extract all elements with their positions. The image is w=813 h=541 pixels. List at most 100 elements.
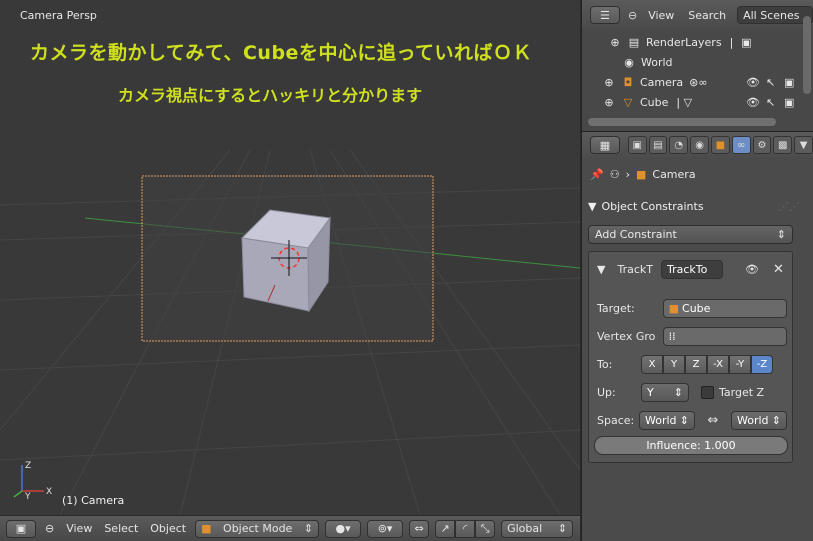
owner-space-select[interactable]: World ⇕ [639, 411, 695, 430]
axis-neg-z-button[interactable]: -Z [751, 355, 773, 374]
object-constraints-panel-header[interactable]: ▼ Object Constraints ⋰⋰ [588, 196, 808, 216]
space-row: Space: World ⇕ ⇔ World ⇕ [597, 411, 792, 430]
collapse-menu-icon[interactable]: ⊖ [628, 9, 637, 22]
up-label: Up: [597, 386, 616, 399]
axis-y-button[interactable]: Y [663, 355, 685, 374]
drag-handle-icon[interactable]: ⋰⋰ [778, 200, 800, 213]
tab-texture[interactable]: ▩ [773, 136, 793, 154]
to-axis-row: To: X Y Z -X -Y -Z [597, 355, 787, 374]
collapse-menu-icon[interactable]: ⊖ [42, 522, 57, 535]
updown-arrow-icon: ⇕ [776, 228, 786, 241]
manipulator-toggle[interactable]: ⇔ [409, 519, 430, 538]
object-icon: ■ [715, 139, 726, 151]
outliner-menu-view[interactable]: View [645, 9, 677, 22]
chevron-right-icon: › [625, 168, 630, 181]
cube-editor-icon: ▣ [15, 522, 27, 535]
expand-icon[interactable]: ⊕ [602, 95, 616, 109]
constraint-type-label: TrackT [617, 262, 653, 276]
properties-icon: ▦ [599, 138, 611, 152]
scene-filter-select[interactable]: All Scenes [737, 6, 813, 24]
mode-select-label: Object Mode [223, 522, 293, 535]
track-to-constraint: ▼ TrackT TrackTo 👁 ✕ Target: ■ Cube Vert… [588, 251, 793, 463]
scale-button[interactable]: ⤡ [475, 519, 496, 538]
axis-x-button[interactable]: X [641, 355, 663, 374]
translate-button[interactable]: ↗ [435, 519, 456, 538]
menu-select[interactable]: Select [101, 522, 141, 535]
shading-select[interactable]: ●▾ [325, 519, 362, 538]
vertex-group-icon: ⁞⁞ [668, 330, 676, 343]
add-constraint-select[interactable]: Add Constraint ⇕ [588, 225, 793, 244]
3d-viewport[interactable]: Camera Persp カメラを動かしてみて、Cubeを中心に追っていればＯＫ… [0, 0, 580, 515]
pin-icon[interactable]: 📌 [590, 168, 604, 181]
editor-type-button[interactable]: ▣ [6, 519, 36, 538]
constraint-name-field[interactable]: TrackTo [660, 259, 723, 279]
outliner-item-camera[interactable]: ⊕ ◘ Camera ⊛∞ 👁 ↖ ▣ [602, 72, 808, 92]
to-label: To: [597, 358, 613, 371]
outliner-icon: ☰ [600, 8, 610, 22]
vertex-group-field[interactable]: ⁞⁞ [662, 327, 787, 346]
visibility-eye-icon[interactable]: 👁 [746, 96, 760, 109]
outliner-horizontal-scrollbar[interactable] [588, 118, 776, 126]
target-space-value: World [737, 414, 769, 427]
tab-world[interactable]: ◉ [690, 136, 709, 154]
target-z-checkbox[interactable] [701, 386, 714, 399]
tab-object[interactable]: ■ [710, 136, 730, 154]
properties-editor-type-button[interactable]: ▦ [590, 136, 620, 154]
menu-object[interactable]: Object [147, 522, 189, 535]
collapse-triangle-icon[interactable]: ▼ [597, 263, 605, 276]
blender-window: Camera Persp カメラを動かしてみて、Cubeを中心に追っていればＯＫ… [0, 0, 813, 541]
render-camera-icon[interactable]: ▣ [784, 76, 794, 89]
expand-icon[interactable]: ⊕ [608, 35, 622, 49]
updown-arrow-icon: ⇕ [303, 522, 314, 535]
render-layers-icon: ▤ [628, 35, 640, 49]
close-icon[interactable]: ✕ [773, 262, 784, 277]
render-icon[interactable]: ▣ [739, 35, 753, 49]
outliner-menu-search[interactable]: Search [685, 9, 729, 22]
up-axis-select[interactable]: Y ⇕ [641, 383, 689, 402]
scale-icon: ⤡ [480, 521, 490, 535]
tab-scene[interactable]: ◔ [669, 136, 689, 154]
outliner-editor-type-button[interactable]: ☰ [590, 6, 620, 24]
axis-neg-y-button[interactable]: -Y [729, 355, 751, 374]
orientation-select[interactable]: Global ⇕ [501, 519, 574, 538]
axis-z-button[interactable]: Z [685, 355, 707, 374]
world-icon: ◉ [695, 139, 704, 151]
vertex-group-label: Vertex Gro [597, 330, 656, 343]
expand-icon[interactable]: ⊕ [602, 75, 616, 89]
outliner-item-world[interactable]: ◉ World [622, 52, 672, 72]
wrench-icon: ⚙ [757, 139, 767, 151]
outliner-vertical-scrollbar[interactable] [803, 16, 811, 94]
owner-space-value: World [645, 414, 677, 427]
axis-z-label: Z [25, 461, 31, 471]
updown-arrow-icon: ⇕ [771, 414, 781, 427]
sphere-shading-icon: ●▾ [335, 522, 351, 535]
select-cursor-icon[interactable]: ↖ [766, 76, 775, 89]
select-cursor-icon[interactable]: ↖ [766, 96, 775, 109]
tab-data[interactable]: ▼ [794, 136, 813, 154]
target-space-select[interactable]: World ⇕ [731, 411, 787, 430]
menu-view[interactable]: View [63, 522, 95, 535]
tab-modifiers[interactable]: ⚙ [752, 136, 772, 154]
influence-value: Influence: 1.000 [646, 439, 736, 452]
target-field[interactable]: ■ Cube [662, 299, 787, 318]
object-breadcrumb-icon: ■ [635, 168, 647, 181]
tab-constraints[interactable]: ∞ [731, 136, 751, 154]
properties-tabs: ▦ ▣ ▤ ◔ ◉ ■ ∞ ⚙ ▩ ▼ [582, 132, 813, 158]
outliner-panel: ☰ ⊖ View Search All Scenes ⊕ ▤ RenderLay… [581, 0, 813, 131]
axis-neg-x-button[interactable]: -X [707, 355, 729, 374]
outliner-item-cube[interactable]: ⊕ ▽ Cube | ▽ 👁 ↖ ▣ [602, 92, 808, 112]
cube-object[interactable] [240, 209, 331, 313]
tab-render[interactable]: ▣ [627, 136, 647, 154]
tab-render-layers[interactable]: ▤ [648, 136, 668, 154]
mode-select[interactable]: ■ Object Mode ⇕ [195, 519, 320, 538]
visibility-eye-icon[interactable]: 👁 [745, 263, 759, 276]
outliner-item-renderlayers[interactable]: ⊕ ▤ RenderLayers | ▣ [608, 32, 758, 52]
updown-arrow-icon: ⇕ [679, 414, 689, 427]
render-camera-icon[interactable]: ▣ [784, 96, 794, 109]
visibility-eye-icon[interactable]: 👁 [746, 76, 760, 89]
collapse-triangle-icon[interactable]: ▼ [588, 200, 596, 213]
rotate-button[interactable]: ◜ [455, 519, 476, 538]
influence-slider[interactable]: Influence: 1.000 [594, 436, 788, 455]
pivot-select[interactable]: ⊚▾ [367, 519, 404, 538]
up-axis-value: Y [647, 386, 654, 399]
